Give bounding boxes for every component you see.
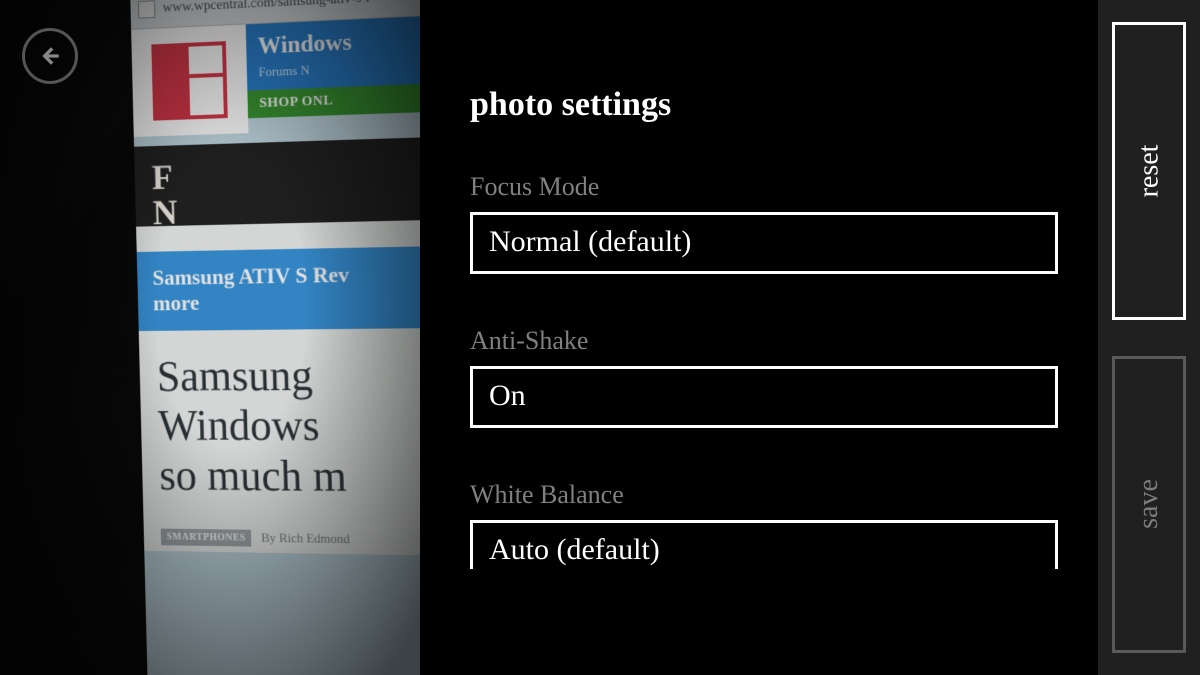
article-byline: SMARTPHONES By Rich Edmond bbox=[161, 528, 420, 551]
reset-button[interactable]: reset bbox=[1112, 22, 1186, 320]
field-white-balance: White Balance Auto (default) bbox=[470, 480, 1058, 569]
white-balance-label: White Balance bbox=[470, 480, 1058, 510]
anti-shake-label: Anti-Shake bbox=[470, 326, 1058, 356]
field-anti-shake: Anti-Shake On bbox=[470, 326, 1058, 428]
settings-title: photo settings bbox=[470, 86, 1058, 124]
category-tag: SMARTPHONES bbox=[161, 528, 252, 546]
page-icon bbox=[138, 0, 155, 18]
site-header: Windows Forums N SHOP ONL bbox=[131, 11, 420, 137]
anti-shake-select[interactable]: On bbox=[470, 366, 1058, 428]
article-header-bar: Samsung ATIV S Rev more bbox=[137, 244, 420, 331]
focus-mode-label: Focus Mode bbox=[470, 172, 1058, 202]
save-button[interactable]: save bbox=[1112, 356, 1186, 654]
article-body: Samsung Windows so much m SMARTPHONES By… bbox=[139, 327, 420, 557]
url-text: www.wpcentral.com/samsung-ativ-s-r bbox=[163, 0, 420, 15]
save-label: save bbox=[1133, 479, 1165, 529]
camera-settings-screen: www.wpcentral.com/samsung-ativ-s-r Windo… bbox=[0, 0, 1200, 675]
focus-mode-select[interactable]: Normal (default) bbox=[470, 212, 1058, 274]
back-button[interactable] bbox=[22, 28, 78, 84]
white-balance-select[interactable]: Auto (default) bbox=[470, 520, 1058, 569]
promo-line-1: F bbox=[151, 148, 420, 195]
preview-webpage: www.wpcentral.com/samsung-ativ-s-r Windo… bbox=[130, 0, 420, 675]
site-logo bbox=[131, 24, 248, 137]
bluebar-line-1: Samsung ATIV S Rev bbox=[152, 259, 420, 292]
bluebar-line-2: more bbox=[153, 285, 420, 317]
promo-box: F N bbox=[134, 133, 420, 226]
settings-panel: photo settings Focus Mode Normal (defaul… bbox=[420, 0, 1098, 675]
camera-preview: www.wpcentral.com/samsung-ativ-s-r Windo… bbox=[0, 0, 420, 675]
reset-label: reset bbox=[1133, 144, 1165, 197]
action-bar: reset save bbox=[1098, 0, 1200, 675]
field-focus-mode: Focus Mode Normal (default) bbox=[470, 172, 1058, 274]
arrow-left-icon bbox=[37, 43, 63, 69]
author-text: By Rich Edmond bbox=[261, 530, 350, 547]
article-title: Samsung Windows so much m bbox=[156, 349, 420, 504]
